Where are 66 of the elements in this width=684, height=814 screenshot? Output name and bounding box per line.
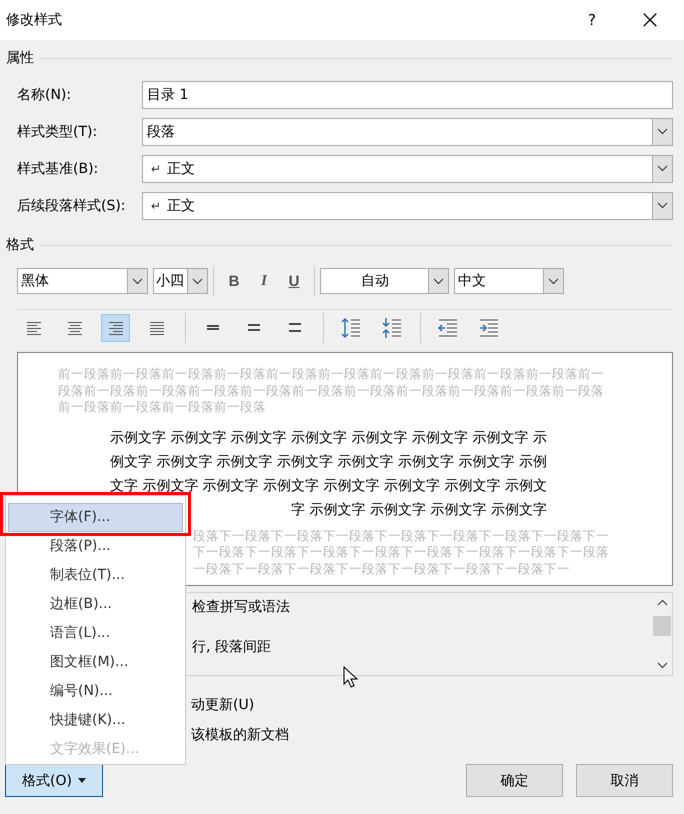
field-label: 样式基准(B): bbox=[16, 160, 100, 178]
menu-item[interactable]: 快捷键(K)... bbox=[8, 706, 183, 735]
font-color-dropdown[interactable]: 自动 bbox=[320, 268, 449, 294]
align-icon bbox=[148, 320, 164, 336]
chevron-icon bbox=[187, 269, 207, 293]
field-label: 样式类型(T): bbox=[16, 122, 98, 140]
menu-item[interactable]: 制表位(T)... bbox=[8, 561, 183, 590]
preview-text: 前一段落前一段落前一段落前一段落 bbox=[58, 399, 267, 416]
menu-item[interactable]: 字体(F)... bbox=[8, 503, 183, 532]
cancel-button[interactable]: 取消 bbox=[576, 764, 673, 797]
menu-item[interactable]: 段落(P)... bbox=[8, 532, 183, 561]
ok-button[interactable]: 确定 bbox=[466, 764, 563, 797]
menu-item[interactable]: 边框(B)... bbox=[8, 590, 183, 619]
sample-text: 字 示例文字 示例文字 示例文字 示例文字 bbox=[291, 502, 547, 518]
section-heading: 格式 bbox=[6, 236, 34, 254]
chevron-icon bbox=[652, 192, 672, 218]
menu-item[interactable]: 语言(L)... bbox=[8, 619, 183, 648]
scroll-thumb[interactable] bbox=[653, 616, 671, 636]
style-dropdown[interactable]: ↵ 正文 bbox=[142, 192, 673, 220]
spacing-increase-icon bbox=[340, 317, 362, 339]
indent-decrease-icon bbox=[436, 317, 458, 339]
mouse-cursor-icon bbox=[343, 666, 359, 688]
preview-text: 段落下一段落下一段落下一段落下一段落下一段落下一段落下一段落下一 bbox=[193, 528, 610, 544]
style-dropdown[interactable]: ↵ 正文 bbox=[142, 154, 673, 182]
bold-button[interactable]: B bbox=[219, 268, 249, 294]
spacing-decrease-icon bbox=[380, 317, 402, 339]
description-text: 行, 段落间距 bbox=[192, 638, 272, 657]
font-size-dropdown[interactable]: 小四 bbox=[153, 268, 208, 294]
italic-button[interactable]: I bbox=[249, 268, 279, 294]
name-field[interactable]: 目录 1 bbox=[142, 80, 673, 108]
menu-item[interactable]: 图文框(M)... bbox=[8, 648, 183, 677]
chevron-icon bbox=[428, 269, 448, 293]
indent-increase-icon bbox=[478, 317, 500, 339]
preview-text: 一段落下一段落下一段落下一段落下一段落下一段落下一段落下一 bbox=[193, 560, 571, 577]
menu-item[interactable]: 编号(N)... bbox=[8, 677, 183, 706]
field-label: 名称(N): bbox=[16, 86, 72, 104]
scroll-down-icon[interactable] bbox=[656, 662, 668, 669]
option-label[interactable]: 该模板的新文档 bbox=[191, 724, 673, 754]
chevron-icon bbox=[127, 269, 147, 293]
sample-text: 例文字 示例文字 示例文字 示例文字 示例文字 示例文字 示例文字 示例 bbox=[110, 454, 547, 470]
align-icon bbox=[108, 320, 124, 336]
chevron-icon bbox=[543, 269, 563, 293]
option-label[interactable]: 动更新(U) bbox=[191, 694, 673, 724]
chevron-icon bbox=[652, 156, 672, 182]
close-button[interactable]: × bbox=[630, 5, 670, 35]
field-label: 后续段落样式(S): bbox=[16, 196, 127, 214]
style-dropdown[interactable]: 段落 bbox=[142, 118, 673, 146]
window-title: 修改样式 bbox=[6, 11, 63, 29]
caret-icon bbox=[78, 778, 86, 783]
sample-text: 示例文字 示例文字 示例文字 示例文字 示例文字 示例文字 示例文字 示 bbox=[110, 430, 547, 446]
scroll-up-icon[interactable] bbox=[656, 599, 668, 606]
alignment-button[interactable] bbox=[101, 314, 130, 342]
format-button[interactable]: 格式(O) bbox=[5, 764, 103, 797]
preview-text: 下一段落下一段落下一段落下一段落下一段落下一段落下一段落下一段落 bbox=[193, 544, 610, 560]
help-button[interactable]: ? bbox=[572, 5, 612, 35]
align-icon bbox=[66, 320, 82, 336]
font-dropdown[interactable]: 黑体 bbox=[17, 268, 148, 294]
description-text: 检查拼写或语法 bbox=[192, 598, 291, 617]
script-dropdown[interactable]: 中文 bbox=[454, 268, 564, 294]
preview-text: 段落前一段落前一段落前一段落前一段落前一段落前一段落前一段落前一段落前一段落前一段落 bbox=[58, 382, 605, 399]
chevron-icon bbox=[652, 118, 672, 144]
align-icon bbox=[26, 320, 42, 336]
sample-text: 文字 示例文字 示例文字 示例文字 示例文字 示例文字 示例文字 示例文 bbox=[110, 478, 547, 494]
underline-button[interactable]: U bbox=[279, 268, 309, 294]
section-heading: 属性 bbox=[6, 49, 34, 67]
preview-text: 前一段落前一段落前一段落前一段落前一段落前一段落前一段落前一段落前一段落前一段落前一 bbox=[58, 366, 605, 382]
